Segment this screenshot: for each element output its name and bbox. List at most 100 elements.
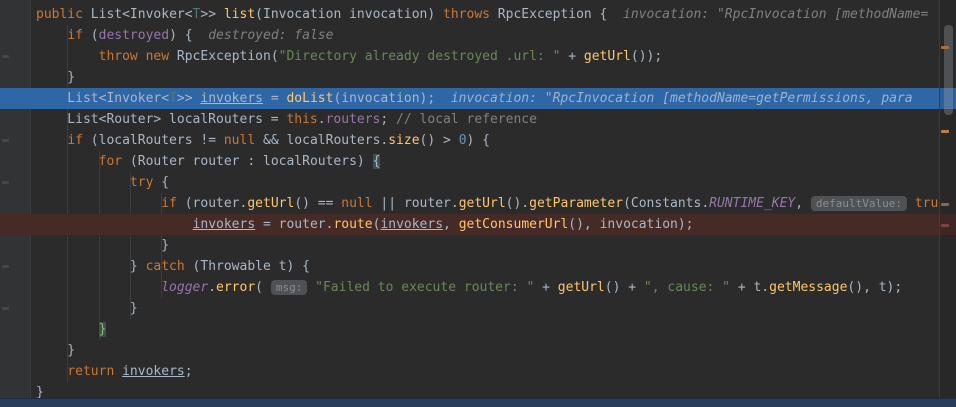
breakpoint-line[interactable]: invokers = router.route(invokers, getCon…	[0, 214, 956, 235]
code-token: ());	[630, 49, 663, 64]
code-token: (), t);	[847, 280, 903, 295]
error-stripe-mark[interactable]	[941, 224, 949, 227]
code-token: (	[255, 280, 271, 295]
scrollbar-thumb[interactable]	[944, 25, 953, 115]
code-token: T	[169, 91, 177, 106]
code-token: null	[223, 133, 256, 148]
code-token: {	[153, 175, 170, 190]
error-stripe-mark[interactable]	[941, 203, 949, 206]
code-token: +	[534, 280, 558, 295]
code-token: (invocation);	[333, 91, 436, 106]
code-line[interactable]: public List<Invoker<T>> list(Invocation …	[0, 4, 956, 25]
code-token: getUrl	[247, 196, 295, 211]
code-line[interactable]: logger.error( msg: "Failed to execute ro…	[0, 277, 956, 298]
code-token: null	[341, 196, 373, 211]
code-token: ,	[795, 196, 811, 211]
code-line[interactable]: if (router.getUrl() == null || router.ge…	[0, 193, 956, 214]
code-line[interactable]: }	[0, 319, 956, 340]
code-line[interactable]: try {	[0, 172, 956, 193]
code-token: return	[67, 364, 123, 379]
code-token: invokers	[192, 217, 256, 232]
code-token: getUrl	[557, 280, 605, 295]
code-token: error	[216, 280, 256, 295]
code-line[interactable]: }	[0, 340, 956, 361]
code-token: getMessage	[769, 280, 848, 295]
code-line[interactable]: for (Router router : localRouters) {	[0, 151, 956, 172]
code-line[interactable]: if (localRouters != null && localRouters…	[0, 130, 956, 151]
code-token: (Invocation invocation)	[255, 7, 444, 22]
code-token: list	[223, 7, 256, 22]
bottom-panel-edge[interactable]	[0, 398, 956, 407]
debugger-inline-value: destroyed: false	[192, 28, 334, 43]
code-token: () >	[419, 133, 459, 148]
execution-line[interactable]: List<Invoker<T>> invokers = doList(invoc…	[0, 88, 956, 109]
code-token: (router.	[176, 196, 248, 211]
code-token: }	[36, 301, 138, 316]
code-line[interactable]: }	[0, 67, 956, 88]
code-token: RpcException {	[489, 7, 608, 22]
code-line[interactable]: } catch (Throwable t) {	[0, 256, 956, 277]
code-token: || router.	[372, 196, 459, 211]
code-token: () +	[604, 280, 644, 295]
code-token: getParameter	[529, 196, 624, 211]
code-token: ", cause: "	[643, 280, 730, 295]
code-token: "Directory already destroyed .url: "	[278, 49, 561, 64]
code-token: }	[98, 322, 107, 337]
code-token: +	[560, 49, 584, 64]
code-line[interactable]: List<Router> localRouters = this.routers…	[0, 109, 956, 130]
code-token: }	[36, 259, 146, 274]
code-line[interactable]: return invokers;	[0, 361, 956, 382]
code-token: }	[36, 70, 76, 85]
vertical-scrollbar[interactable]	[939, 0, 956, 399]
code-token: () ==	[294, 196, 342, 211]
code-token: ;	[184, 364, 193, 379]
code-token: List<Router> localRouters =	[36, 112, 287, 127]
code-token: (	[82, 28, 99, 43]
code-token: .	[317, 112, 326, 127]
code-token: invokers	[200, 91, 263, 106]
code-token: new	[145, 49, 177, 64]
code-token: (localRouters !=	[82, 133, 224, 148]
code-line[interactable]: if (destroyed) { destroyed: false	[0, 25, 956, 46]
code-token: && localRouters.	[255, 133, 389, 148]
code-token: "Failed to execute router: "	[315, 280, 535, 295]
code-token: invokers	[122, 364, 185, 379]
code-token: .	[208, 280, 217, 295]
parameter-name-hint: msg:	[270, 280, 308, 295]
parameter-name-hint: defaultValue:	[810, 196, 907, 211]
code-token: destroyed	[98, 28, 170, 43]
code-token: (), invocation);	[568, 217, 694, 232]
code-token: }	[36, 343, 76, 358]
error-stripe-mark[interactable]	[941, 130, 949, 133]
code-token: size	[388, 133, 420, 148]
code-token: = router.	[255, 217, 334, 232]
code-token: getConsumerUrl	[458, 217, 569, 232]
code-token: ,	[443, 217, 459, 232]
code-token: }	[36, 238, 170, 253]
code-line[interactable]: }	[0, 235, 956, 256]
code-token: this	[286, 112, 318, 127]
code-token: doList	[286, 91, 334, 106]
code-token: List<Invoker<	[90, 7, 193, 22]
code-token: getUrl	[583, 49, 631, 64]
code-token: ;	[380, 112, 397, 127]
code-token: =	[263, 91, 287, 106]
code-area[interactable]: public List<Invoker<T>> list(Invocation …	[0, 0, 956, 403]
code-line[interactable]: throw new RpcException("Directory alread…	[0, 46, 956, 67]
code-editor[interactable]: public List<Invoker<T>> list(Invocation …	[0, 0, 956, 407]
code-token: + t.	[730, 280, 770, 295]
code-token: if	[67, 28, 83, 43]
code-token: RUNTIME_KEY	[709, 196, 796, 211]
code-token: throw	[98, 49, 146, 64]
error-stripe-mark[interactable]	[941, 46, 949, 49]
code-line[interactable]: }	[0, 298, 956, 319]
